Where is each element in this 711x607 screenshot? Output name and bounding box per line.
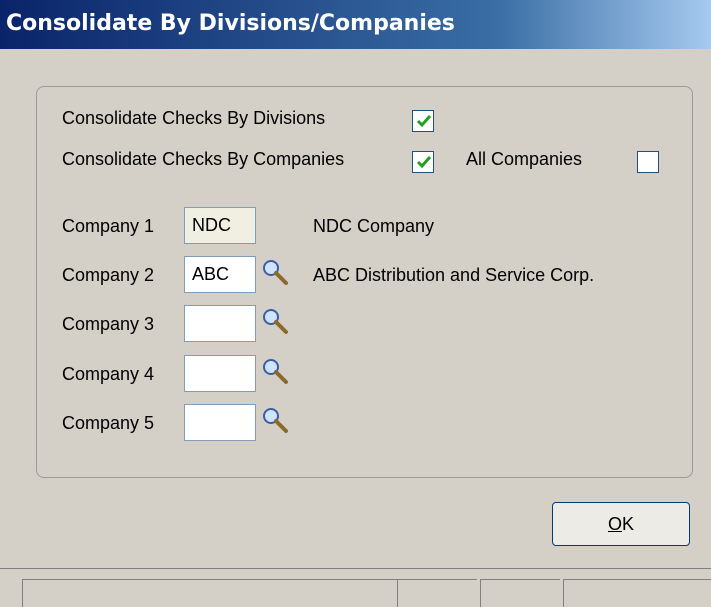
company-1-label: Company 1 <box>62 216 155 236</box>
status-pane <box>480 579 560 607</box>
consolidate-divisions-label: Consolidate Checks By Divisions <box>62 108 326 128</box>
lookup-magnifier-icon[interactable] <box>260 406 290 436</box>
company-4-label: Company 4 <box>62 364 155 384</box>
company-1-name: NDC Company <box>313 216 435 236</box>
company-3-label: Company 3 <box>62 314 155 334</box>
title-bar[interactable]: Consolidate By Divisions/Companies <box>0 0 711 49</box>
company-1-code-field[interactable]: NDC <box>184 207 256 244</box>
lookup-magnifier-icon[interactable] <box>260 307 290 337</box>
status-bar <box>0 568 711 607</box>
status-pane <box>563 579 711 607</box>
consolidate-companies-label: Consolidate Checks By Companies <box>62 149 345 169</box>
ok-button-label: OK <box>607 514 635 534</box>
all-companies-label: All Companies <box>466 149 583 169</box>
company-3-code-field[interactable] <box>184 305 256 342</box>
checkmark-icon <box>416 156 432 169</box>
company-5-code-field[interactable] <box>184 404 256 441</box>
ok-button[interactable]: OK <box>552 502 690 546</box>
window-title: Consolidate By Divisions/Companies <box>6 11 455 36</box>
company-4-code-field[interactable] <box>184 355 256 392</box>
checkmark-icon <box>416 115 432 128</box>
status-pane <box>22 579 397 607</box>
lookup-magnifier-icon[interactable] <box>260 357 290 387</box>
all-companies-checkbox[interactable] <box>637 151 659 173</box>
consolidate-companies-checkbox[interactable] <box>412 151 434 173</box>
company-2-code-field[interactable]: ABC <box>184 256 256 293</box>
status-pane <box>397 579 477 607</box>
consolidate-dialog: Consolidate By Divisions/Companies Conso… <box>0 0 711 607</box>
lookup-magnifier-icon[interactable] <box>260 258 290 288</box>
consolidate-divisions-checkbox[interactable] <box>412 110 434 132</box>
company-2-name: ABC Distribution and Service Corp. <box>313 265 595 285</box>
company-2-label: Company 2 <box>62 265 155 285</box>
company-5-label: Company 5 <box>62 413 155 433</box>
